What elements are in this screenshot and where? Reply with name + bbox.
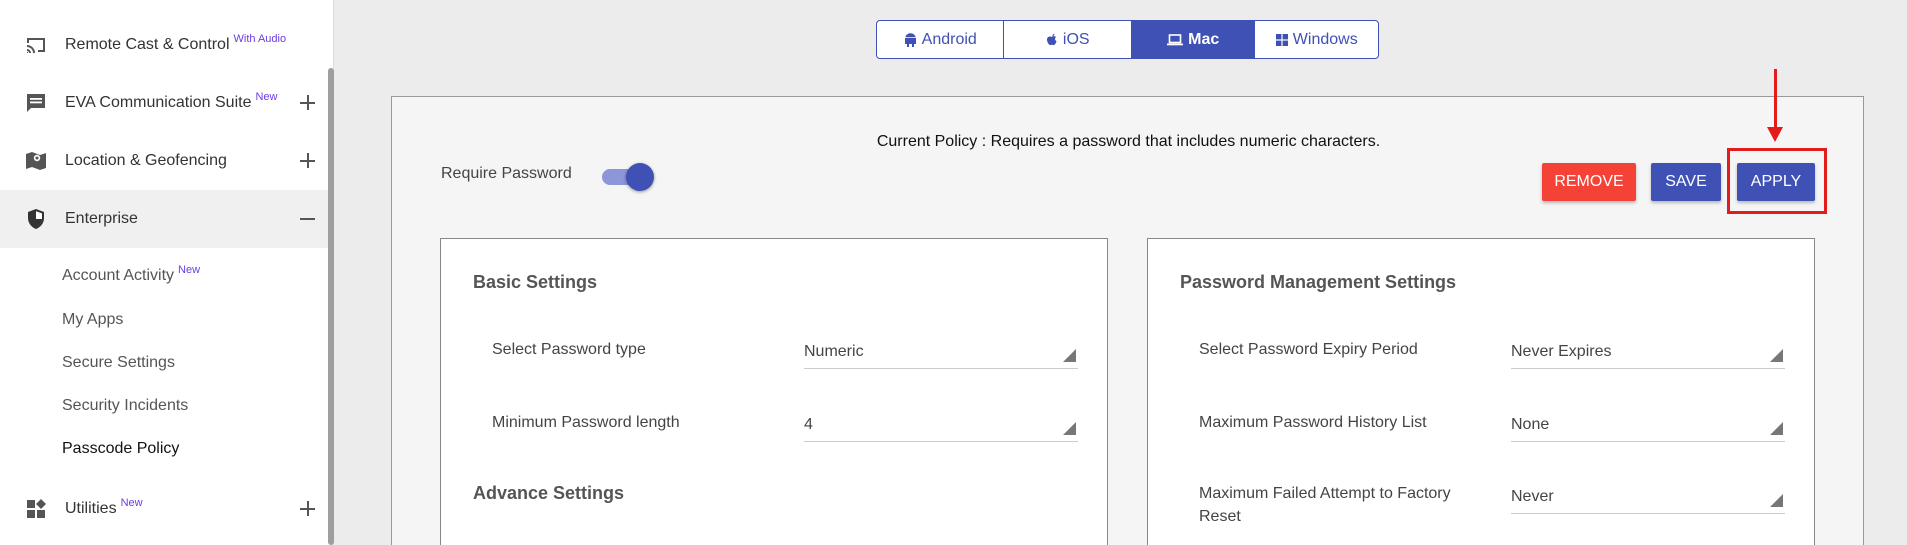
select-value: None (1511, 416, 1550, 433)
nav-utilities[interactable]: Utilities New (0, 480, 328, 538)
os-tab-group: Android iOS Mac Windows (876, 20, 1379, 59)
basic-settings-panel: Basic Settings Select Password type Nume… (440, 238, 1108, 545)
password-history-label: Maximum Password History List (1199, 414, 1427, 431)
failed-attempt-select[interactable]: Never (1511, 482, 1785, 514)
password-history-select[interactable]: None (1511, 410, 1785, 442)
select-value: Numeric (804, 343, 864, 360)
dropdown-caret-icon (1770, 349, 1783, 362)
password-management-panel: Password Management Settings Select Pass… (1147, 238, 1815, 545)
remove-button[interactable]: REMOVE (1542, 163, 1636, 201)
with-audio-badge: With Audio (233, 33, 287, 45)
widgets-icon (24, 497, 48, 521)
expand-plus-icon[interactable] (300, 95, 316, 111)
select-value: 4 (804, 416, 813, 433)
new-badge: New (255, 91, 278, 103)
nav-remote-cast[interactable]: Remote Cast & Control With Audio (0, 16, 328, 74)
apply-highlight-box (1727, 148, 1827, 214)
sidebar: Remote Cast & Control With Audio EVA Comm… (0, 0, 334, 545)
toggle-knob (626, 163, 654, 191)
sub-item-security-incidents[interactable]: Security Incidents (62, 397, 188, 415)
collapse-minus-icon[interactable] (300, 211, 316, 227)
tab-android[interactable]: Android (877, 21, 1005, 58)
nav-eva-communication[interactable]: EVA Communication Suite New (0, 74, 328, 132)
annotation-arrow-line (1774, 69, 1777, 129)
basic-settings-title: Basic Settings (473, 272, 598, 292)
dropdown-caret-icon (1770, 494, 1783, 507)
require-password-label: Require Password (441, 165, 572, 182)
sub-item-passcode-policy[interactable]: Passcode Policy (62, 440, 179, 458)
android-icon (904, 32, 916, 47)
save-button[interactable]: SAVE (1651, 163, 1721, 201)
advance-settings-title: Advance Settings (473, 483, 625, 503)
nav-label: Location & Geofencing (65, 152, 227, 169)
tab-label: Mac (1188, 30, 1220, 48)
password-type-label: Select Password type (492, 341, 646, 358)
sub-item-my-apps[interactable]: My Apps (62, 311, 123, 329)
windows-icon (1275, 33, 1288, 46)
expand-plus-icon[interactable] (300, 501, 316, 517)
chat-icon (24, 91, 48, 115)
sub-item-secure-settings[interactable]: Secure Settings (62, 354, 175, 372)
passcode-policy-card: Current Policy : Requires a password tha… (391, 69, 1864, 545)
select-value: Never (1511, 488, 1554, 505)
nav-label: Utilities New (65, 497, 143, 517)
map-pin-icon (24, 149, 48, 173)
require-password-toggle[interactable] (602, 163, 654, 191)
tab-mac[interactable]: Mac (1131, 21, 1256, 58)
sidebar-scrollbar[interactable] (328, 68, 334, 545)
tab-ios[interactable]: iOS (1004, 21, 1132, 58)
min-password-length-select[interactable]: 4 (804, 410, 1078, 442)
cast-icon (24, 33, 48, 57)
min-password-length-label: Minimum Password length (492, 414, 680, 431)
tab-label: Windows (1292, 30, 1358, 48)
new-badge: New (120, 497, 143, 509)
password-management-title: Password Management Settings (1180, 272, 1457, 292)
apple-icon (1046, 33, 1057, 45)
tab-label: iOS (1062, 30, 1090, 48)
shield-icon (24, 207, 48, 231)
sub-item-account-activity[interactable]: Account Activity New (62, 264, 201, 285)
dropdown-caret-icon (1770, 422, 1783, 435)
laptop-icon (1167, 33, 1184, 45)
tab-label: Android (921, 30, 977, 48)
dropdown-caret-icon (1063, 349, 1076, 362)
dropdown-caret-icon (1063, 422, 1076, 435)
nav-location-geofencing[interactable]: Location & Geofencing (0, 132, 328, 190)
nav-label: Remote Cast & Control With Audio (65, 33, 287, 53)
nav-label: EVA Communication Suite New (65, 91, 278, 111)
nav-enterprise[interactable]: Enterprise (0, 190, 328, 248)
expand-plus-icon[interactable] (300, 153, 316, 169)
nav-label: Enterprise (65, 210, 138, 227)
new-badge: New (178, 264, 201, 276)
annotation-arrow-head (1767, 127, 1783, 142)
current-policy-text: Current Policy : Requires a password tha… (876, 133, 1381, 150)
expiry-period-select[interactable]: Never Expires (1511, 337, 1785, 369)
expiry-period-label: Select Password Expiry Period (1199, 341, 1418, 358)
failed-attempt-label: Maximum Failed Attempt to Factory Reset (1199, 485, 1451, 525)
password-type-select[interactable]: Numeric (804, 337, 1078, 369)
tab-windows[interactable]: Windows (1255, 21, 1378, 58)
select-value: Never Expires (1511, 343, 1612, 360)
